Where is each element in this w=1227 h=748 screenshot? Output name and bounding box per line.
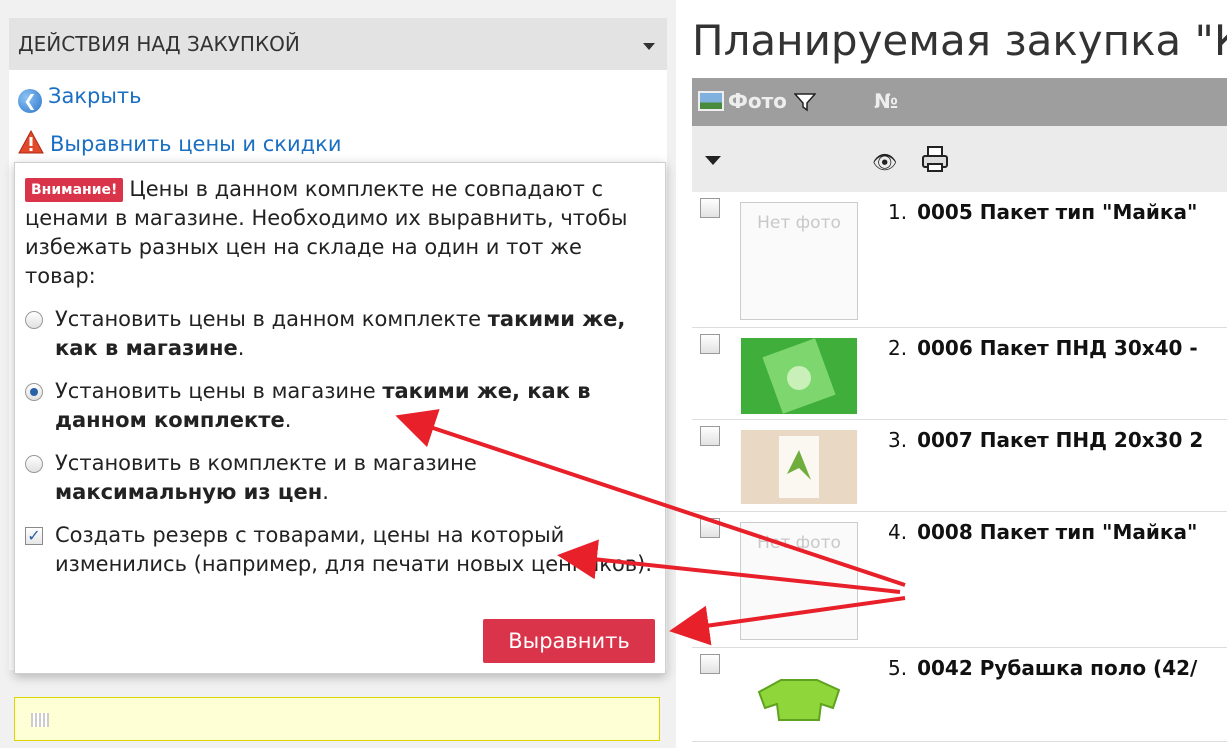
grid-subheader: 👁 <box>692 126 1227 192</box>
row-title[interactable]: 0007 Пакет ПНД 20х30 2 <box>917 428 1203 452</box>
row-number: 1. <box>888 200 908 224</box>
row-title[interactable]: 0006 Пакет ПНД 30х40 - <box>917 336 1198 360</box>
align-prices-popover: Внимание! Цены в данном комплекте не совп… <box>14 162 666 674</box>
actions-header[interactable]: ДЕЙСТВИЯ НАД ЗАКУПКОЙ <box>9 18 667 70</box>
row-checkbox[interactable] <box>700 654 720 674</box>
warning-icon <box>18 130 44 154</box>
filter-icon[interactable] <box>793 92 817 117</box>
image-icon <box>698 91 724 111</box>
row-checkbox[interactable] <box>700 198 720 218</box>
comment-input[interactable] <box>14 697 660 741</box>
row-number: 4. <box>888 520 908 544</box>
reserve-checkbox-row[interactable]: ✓ Создать резерв с товарами, цены на кот… <box>25 521 657 579</box>
row-title[interactable]: 0005 Пакет тип "Майка" <box>917 200 1197 224</box>
row-number: 5. <box>888 656 908 680</box>
option-end: . <box>322 480 329 504</box>
option-bold: максимальную из цен <box>55 480 323 504</box>
warning-message: Внимание! Цены в данном комплекте не совп… <box>25 175 655 291</box>
no-photo-placeholder: Нет фото <box>740 202 858 320</box>
row-title[interactable]: 0042 Рубашка поло (42/ <box>917 656 1197 680</box>
row-title[interactable]: 0008 Пакет тип "Майка" <box>917 520 1197 544</box>
row-number: 3. <box>888 428 908 452</box>
align-button[interactable]: Выравнить <box>483 619 655 663</box>
option-end: . <box>237 336 245 360</box>
row-number: 2. <box>888 336 908 360</box>
radio-max-price[interactable] <box>25 455 43 473</box>
grid-header: Фото № <box>692 78 1227 126</box>
row-checkbox[interactable] <box>700 334 720 354</box>
radio-set-prices[interactable] <box>25 383 43 401</box>
photo-column-label: Фото <box>728 89 787 113</box>
chevron-down-icon[interactable] <box>643 43 655 50</box>
reserve-checkbox[interactable]: ✓ <box>25 527 43 545</box>
table-row[interactable]: Нет фото 1. 0005 Пакет тип "Майка" <box>692 192 1227 328</box>
close-link-label: Закрыть <box>48 84 142 108</box>
option-store-prices[interactable]: Установить цены в данном комплекте таким… <box>25 305 657 363</box>
dropdown-arrow-icon[interactable] <box>705 156 721 165</box>
table-row[interactable]: 3. 0007 Пакет ПНД 20х30 2 <box>692 420 1227 512</box>
option-set-prices[interactable]: Установить цены в магазине такими же, ка… <box>25 377 657 435</box>
grip-icon <box>31 713 49 727</box>
table-row[interactable]: Нет фото 4. 0008 Пакет тип "Майка" <box>692 512 1227 648</box>
table-row[interactable]: 2. 0006 Пакет ПНД 30х40 - <box>692 328 1227 420</box>
option-text: Установить цены в магазине <box>55 379 383 403</box>
option-end: . <box>284 408 292 432</box>
reserve-checkbox-label: Создать резерв с товарами, цены на котор… <box>55 523 653 576</box>
option-text: Установить в комплекте и в магазине <box>55 451 477 475</box>
option-max-price[interactable]: Установить в комплекте и в магазине макс… <box>25 449 657 507</box>
print-icon[interactable] <box>920 144 950 178</box>
back-arrow-icon: ❮ <box>18 89 42 113</box>
row-checkbox[interactable] <box>700 518 720 538</box>
radio-store-prices[interactable] <box>25 311 43 329</box>
table-row[interactable]: 5. 0042 Рубашка поло (42/ <box>692 648 1227 742</box>
align-prices-link-label: Выравнить цены и скидки <box>50 132 342 156</box>
attention-badge: Внимание! <box>25 178 124 202</box>
no-photo-placeholder: Нет фото <box>740 522 858 640</box>
product-photo[interactable] <box>740 658 858 730</box>
row-checkbox[interactable] <box>700 426 720 446</box>
number-column-header[interactable]: № <box>874 89 898 113</box>
actions-header-label: ДЕЙСТВИЯ НАД ЗАКУПКОЙ <box>18 32 300 56</box>
option-text: Установить цены в данном комплекте <box>55 307 488 331</box>
actions-panel: ДЕЙСТВИЯ НАД ЗАКУПКОЙ ❮ Закрыть Выравнить… <box>0 0 676 748</box>
align-prices-link[interactable]: Выравнить цены и скидки <box>18 130 341 156</box>
product-photo[interactable] <box>740 338 858 414</box>
close-link[interactable]: ❮ Закрыть <box>18 84 142 113</box>
eye-icon[interactable]: 👁 <box>872 150 897 174</box>
photo-column-header[interactable]: Фото <box>698 89 817 117</box>
page-title: Планируемая закупка "К <box>692 16 1227 65</box>
product-photo[interactable] <box>740 430 858 504</box>
